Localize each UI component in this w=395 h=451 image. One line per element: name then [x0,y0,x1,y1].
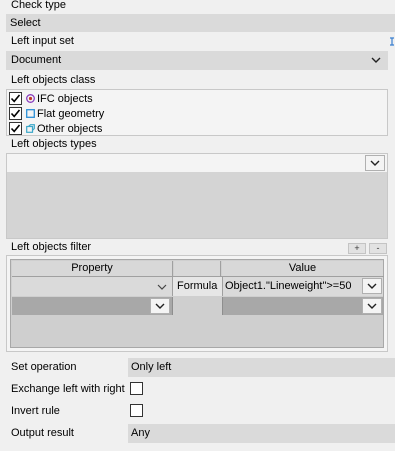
check-type-value: Select [10,17,41,29]
left-objects-types-panel [6,153,388,239]
row2-property-cell[interactable] [12,297,173,315]
exchange-label: Exchange left with right [11,383,125,395]
column-header-operator[interactable] [174,261,221,276]
row2-property-dropdown-button[interactable] [150,298,170,314]
flat-geometry-label: Flat geometry [37,108,105,120]
set-operation-label: Set operation [11,361,77,373]
column-header-value[interactable]: Value [222,261,383,276]
ifc-icon [26,94,35,103]
chevron-down-icon [152,279,172,295]
check-type-field[interactable]: Select [6,14,395,32]
class-item-other-objects[interactable]: Other objects [9,122,309,136]
add-filter-button[interactable]: + [348,243,366,254]
invert-rule-checkbox[interactable] [130,404,143,417]
types-list-area[interactable] [7,172,387,238]
ifc-objects-label: IFC objects [37,93,93,105]
filter-grid-frame: Property Value Formula Object1."Lineweig… [6,255,388,352]
row1-property-cell[interactable] [12,277,173,296]
other-objects-icon [26,124,35,133]
types-dropdown-button[interactable] [365,155,385,171]
set-operation-field[interactable]: Only left [128,358,395,377]
output-result-label: Output result [11,427,74,439]
exchange-checkbox[interactable] [130,382,143,395]
flat-geometry-checkbox[interactable] [9,107,22,120]
left-objects-filter-label: Left objects filter [11,241,92,253]
left-objects-class-list: IFC objects Flat geometry Other objects [6,89,388,136]
flat-geometry-icon [26,109,35,118]
row1-value-text: Object1."Lineweight">=50 [225,280,352,292]
ifc-objects-checkbox[interactable] [9,92,22,105]
check-type-label: Check type [11,0,67,11]
set-operation-value: Only left [131,361,172,373]
other-objects-checkbox[interactable] [9,122,22,135]
other-objects-label: Other objects [37,123,103,135]
class-item-ifc[interactable]: IFC objects [9,92,309,106]
output-result-value: Any [131,427,150,439]
chevron-down-icon [366,52,386,68]
invert-rule-label: Invert rule [11,405,60,417]
class-item-flat-geometry[interactable]: Flat geometry [9,107,309,121]
left-objects-class-label: Left objects class [11,74,96,86]
row1-value-cell[interactable]: Object1."Lineweight">=50 [222,277,383,296]
filter-grid: Property Value Formula Object1."Lineweig… [10,259,384,348]
column-header-property[interactable]: Property [12,261,173,276]
left-input-set-dropdown[interactable]: Document [6,51,388,70]
table-row[interactable] [12,297,383,315]
row1-value-dropdown-button[interactable] [362,278,382,294]
left-input-set-value: Document [11,54,62,66]
remove-filter-button[interactable]: - [369,243,387,254]
row2-operator-cell[interactable] [174,297,221,315]
row2-value-cell[interactable] [222,297,383,315]
output-result-field[interactable]: Any [128,424,395,443]
pin-icon[interactable] [389,36,395,48]
left-objects-types-label: Left objects types [11,138,97,150]
row2-value-dropdown-button[interactable] [362,298,382,314]
left-input-set-label: Left input set [11,35,74,47]
row1-operator-cell[interactable]: Formula [174,279,221,296]
table-row[interactable]: Formula Object1."Lineweight">=50 [12,277,383,296]
